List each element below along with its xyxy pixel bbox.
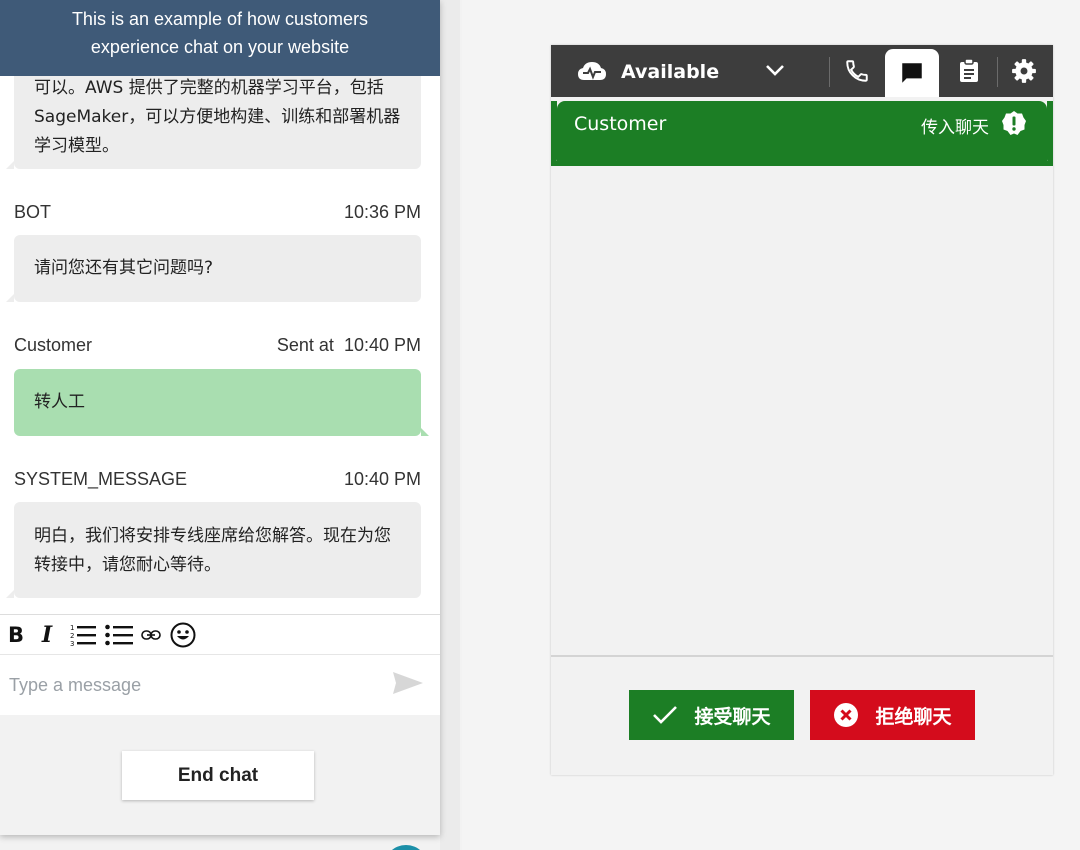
tab-chat[interactable] [885,49,939,97]
message-meta: BOT 10:36 PM [14,200,421,224]
ccp-top-bar: Available [551,45,1053,97]
message-text: 明白，我们将安排专线座席给您解答。现在为您转接中，请您耐心等待。 [34,526,391,575]
chat-footer: End chat [0,715,440,835]
message-sender: Customer [14,334,93,355]
link-icon [141,629,161,640]
alert-icon [1002,111,1026,135]
send-button[interactable] [392,670,428,700]
italic-icon: I [41,621,53,648]
incoming-contact-tab[interactable]: Customer 传入聊天 [551,101,1053,165]
gear-icon [1012,59,1036,83]
message-bubble: 请问您还有其它问题吗? [6,235,421,302]
accept-chat-button[interactable]: 接受聊天 [629,690,794,740]
phone-icon [846,60,868,82]
emoji-button[interactable] [168,620,198,650]
message-text: 转人工 [34,392,85,412]
message-time-prefix: Sent at [276,334,334,355]
contact-control-panel: Available Customer 传入聊天 接受聊天 拒绝聊天 [551,45,1053,775]
bulleted-list-icon [105,624,133,645]
message-input[interactable] [0,655,390,715]
contact-card-area: Customer 传入聊天 [551,97,1053,165]
message-text: 请问您还有其它问题吗? [34,258,214,278]
emoji-icon [170,622,196,647]
customer-message-bubble: 转人工 [14,369,429,436]
contact-status: 传入聊天 [921,118,989,138]
chat-icon [902,63,922,83]
chat-transcript[interactable]: 可以。AWS 提供了完整的机器学习平台，包括 SageMaker，可以方便地构建… [0,0,440,614]
numbered-list-icon: 1 2 3 [70,624,96,647]
svg-text:1: 1 [70,624,74,632]
bold-icon: B [7,622,24,647]
message-text: 可以。AWS 提供了完整的机器学习平台，包括 SageMaker，可以方便地构建… [34,78,401,156]
tab-separator [997,57,998,87]
send-icon [393,672,423,694]
message-time: 10:40 PM [343,468,421,489]
banner-text: This is an example of how customers expe… [71,9,369,57]
demo-banner: This is an example of how customers expe… [0,0,440,76]
message-sender: SYSTEM_MESSAGE [14,468,188,489]
tab-settings[interactable] [999,45,1049,97]
message-meta: Customer Sent at 10:40 PM [14,333,421,357]
message-bubble: 可以。AWS 提供了完整的机器学习平台，包括 SageMaker，可以方便地构建… [6,62,421,169]
numbered-list-button[interactable]: 1 2 3 [68,620,98,650]
agent-status-label: Available [621,61,720,83]
bold-button[interactable]: B [6,620,26,650]
end-chat-button[interactable]: End chat [122,751,314,800]
clipboard-icon [960,58,978,82]
svg-text:3: 3 [70,640,74,647]
tab-tasks[interactable] [944,45,994,97]
message-bubble: 明白，我们将安排专线座席给您解答。现在为您转接中，请您耐心等待。 [6,502,421,598]
ccp-content-area [551,166,1053,655]
reject-chat-label: 拒绝聊天 [875,705,952,728]
bulleted-list-button[interactable] [104,620,134,650]
tab-phone[interactable] [832,45,882,97]
message-time: 10:36 PM [343,201,421,222]
divider [551,655,1053,657]
agent-status-dropdown[interactable]: Available [577,55,792,89]
message-time: 10:40 PM [343,334,421,355]
message-composer [0,655,440,715]
message-sender: BOT [14,201,52,222]
contact-name: Customer [574,113,667,135]
reject-chat-button[interactable]: 拒绝聊天 [810,690,975,740]
close-circle-icon [834,703,859,727]
cloud-status-icon [578,62,606,80]
left-panel-edge [440,0,460,850]
italic-button[interactable]: I [32,620,62,650]
message-time-wrap: Sent at 10:40 PM [277,335,421,356]
tab-separator [829,57,830,87]
message-meta: SYSTEM_MESSAGE 10:40 PM [14,467,421,491]
link-button[interactable] [140,620,162,650]
chevron-down-icon [766,65,784,76]
formatting-toolbar: B I 1 2 3 [0,614,440,655]
svg-text:2: 2 [70,632,74,640]
customer-chat-widget: 可以。AWS 提供了完整的机器学习平台，包括 SageMaker，可以方便地构建… [0,0,440,835]
checkmark-icon [653,706,678,724]
accept-chat-label: 接受聊天 [694,705,771,728]
